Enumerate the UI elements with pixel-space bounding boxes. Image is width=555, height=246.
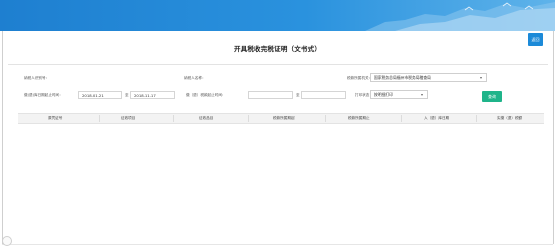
chevron-down-icon: ▾ <box>420 92 423 97</box>
print-status-select[interactable]: 按明细打印 ▾ <box>370 90 428 99</box>
tax-period-to-input[interactable] <box>301 91 346 99</box>
column-header-period-start: 税款所属期起 <box>273 116 295 120</box>
content-frame <box>2 31 554 244</box>
tax-office-value: 国家税务总局福州市税务局稽查局 <box>374 75 431 80</box>
tax-office-label: 税款所属机关： <box>347 76 373 80</box>
taxpayer-id-label: 纳税人识别号： <box>24 76 50 80</box>
tax-period-separator: 至 <box>296 93 300 97</box>
taxpayer-name-label: 纳税人名称： <box>184 76 206 80</box>
payment-date-label: 缴(退)库日期起止时间： <box>24 93 63 97</box>
column-header-tax-item: 征收项目 <box>121 116 136 120</box>
column-separator <box>325 115 326 122</box>
top-banner <box>0 0 555 31</box>
date-from-input[interactable]: 2018.01.21 <box>78 91 122 99</box>
column-separator <box>248 115 249 122</box>
column-separator <box>99 115 100 122</box>
tax-office-select[interactable]: 国家税务总局福州市税务局稽查局 ▾ <box>370 73 487 82</box>
tax-period-from-input[interactable] <box>248 91 293 99</box>
chevron-down-icon: ▾ <box>479 75 482 80</box>
column-separator <box>173 115 174 122</box>
column-header-period-end: 税款所属期止 <box>348 116 370 120</box>
great-wall-decoration <box>365 2 555 31</box>
table-header: 原凭证号 征收项目 征收品目 税款所属期起 税款所属期止 入（退）库日期 实缴（… <box>18 113 544 124</box>
column-separator <box>401 115 402 122</box>
query-button[interactable]: 查询 <box>482 91 502 102</box>
date-to-separator: 至 <box>125 93 129 97</box>
horizontal-scrollbar[interactable] <box>2 240 553 245</box>
column-header-voucher-no: 原凭证号 <box>48 116 63 120</box>
page-title: 开具税收完税证明（文书式） <box>233 45 322 53</box>
title-divider <box>8 64 548 65</box>
date-to-input[interactable]: 2018.11.17 <box>130 91 175 99</box>
column-separator <box>476 115 477 122</box>
column-header-tax-subitem: 征收品目 <box>199 116 214 120</box>
loading-indicator-icon <box>2 236 12 246</box>
print-status-value: 按明细打印 <box>374 92 393 97</box>
tax-period-label: 缴（退）税款起止时间： <box>186 93 226 97</box>
column-header-paid-amount: 实缴（退）税额 <box>497 116 523 120</box>
column-header-entry-date: 入（退）库日期 <box>424 116 450 120</box>
